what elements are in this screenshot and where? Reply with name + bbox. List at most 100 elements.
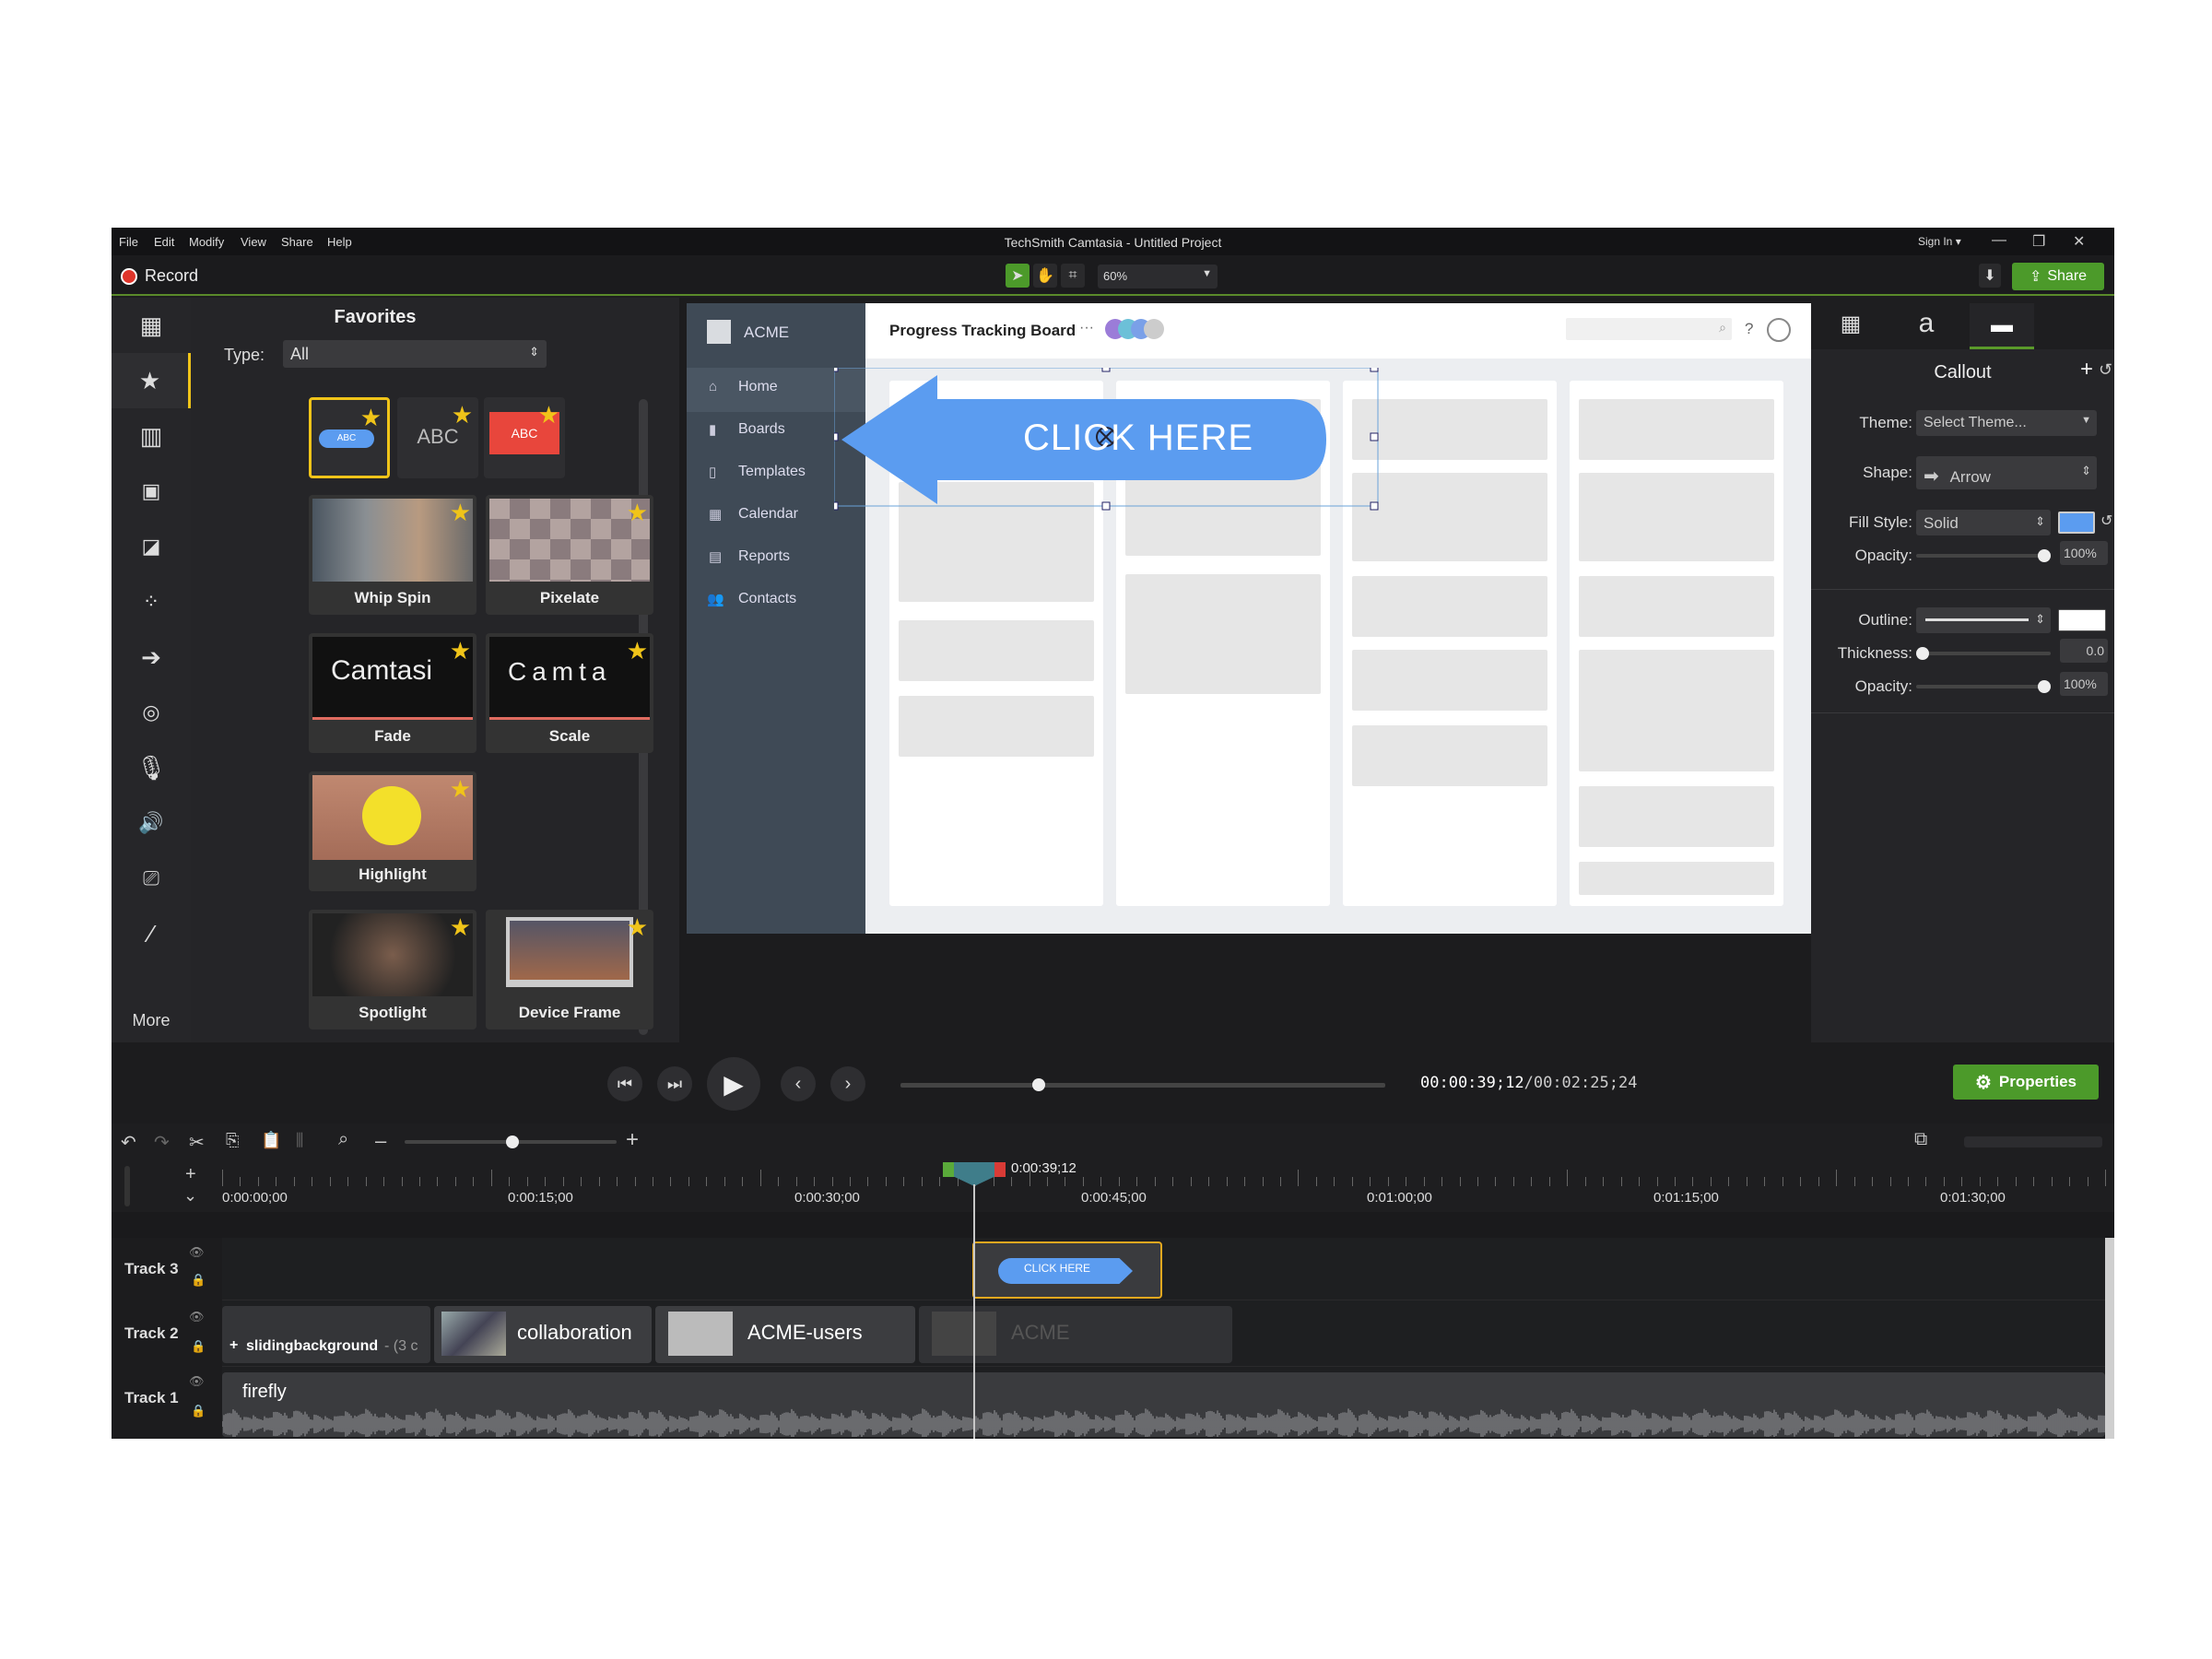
timeline-vertical-scrollbar[interactable] (2105, 1238, 2114, 1439)
outline-color-swatch[interactable] (2058, 609, 2106, 631)
split-icon[interactable]: ⫼ (296, 1131, 303, 1150)
cursor-effects-icon[interactable]: ◎ (112, 685, 191, 740)
media-bin-icon[interactable]: ▦ (112, 298, 191, 353)
zoom-icon[interactable]: ⌕ (338, 1129, 348, 1150)
eye-icon[interactable]: 👁 (189, 1245, 205, 1260)
lock-icon[interactable]: 🔒 (191, 1273, 206, 1288)
device-frame-thumb[interactable]: ★ Device Frame (486, 910, 653, 1030)
pixelate-thumb[interactable]: ★ Pixelate (486, 495, 653, 615)
select-tool-icon[interactable]: ➤ (1006, 264, 1030, 288)
canvas-preview[interactable]: ACME ⌂ Home ▮ Boards ▯ Templates ▦ Calen… (687, 303, 1811, 934)
audio-effects-icon[interactable]: 🔊 (112, 795, 191, 851)
text-properties-icon[interactable]: a (1894, 303, 1959, 344)
restore-icon[interactable]: ❐ (2032, 232, 2045, 251)
theme-select[interactable]: Select Theme... ▼ (1916, 410, 2097, 436)
undo-icon[interactable]: ↶ (121, 1131, 136, 1154)
download-icon[interactable]: ⬇ (1979, 264, 2001, 288)
step-back-icon[interactable]: ⏮ (607, 1066, 642, 1101)
crop-tool-icon[interactable]: ⌗ (1061, 264, 1085, 288)
group-clip[interactable]: + slidingbackground - (3 c (222, 1306, 430, 1363)
type-select[interactable]: All ⇕ (283, 340, 547, 368)
next-icon[interactable]: › (830, 1066, 865, 1101)
callout-arrow-thumb[interactable]: ABC ★ (309, 397, 390, 478)
zoom-in-icon[interactable]: + (626, 1127, 639, 1153)
record-button[interactable]: Record (121, 266, 198, 286)
redo-icon[interactable]: ↷ (154, 1131, 170, 1154)
zoom-slider-handle[interactable] (506, 1135, 519, 1148)
behaviors-icon[interactable]: ⁘ (112, 574, 191, 629)
audio-clip[interactable]: firefly (222, 1372, 2105, 1437)
reset-color-icon[interactable]: ↺ (2100, 512, 2112, 530)
outline-opacity-field[interactable]: 100% (2060, 672, 2108, 696)
play-icon[interactable]: ▶ (707, 1057, 760, 1111)
scale-thumb[interactable]: Camta ★ Scale (486, 633, 653, 753)
callout-speech-thumb[interactable]: ABC ★ (484, 397, 565, 478)
voice-narration-icon[interactable]: 🎙 (112, 740, 191, 795)
eye-icon[interactable]: 👁 (189, 1310, 205, 1324)
eye-icon[interactable]: 👁 (189, 1374, 205, 1389)
playhead-marker[interactable] (943, 1162, 1006, 1186)
collaboration-clip[interactable]: collaboration (434, 1306, 652, 1363)
copy-icon[interactable]: ⎘ (226, 1131, 239, 1150)
ruler-tick (1208, 1177, 1210, 1186)
step-forward-icon[interactable]: ⏭ (657, 1066, 692, 1101)
callout-clip[interactable]: CLICK HERE (972, 1241, 1162, 1299)
outline-opacity-slider-handle[interactable] (2038, 680, 2051, 693)
highlight-thumb[interactable]: ★ Highlight (309, 771, 477, 891)
sign-in-button[interactable]: Sign In ▾ (1918, 235, 1961, 248)
opacity-slider-handle[interactable] (2038, 549, 2051, 562)
fade-thumb[interactable]: Camtasi ★ Fade (309, 633, 477, 753)
thickness-field[interactable]: 0.0 (2060, 639, 2108, 663)
library-icon[interactable]: ▥ (112, 408, 191, 464)
lock-icon[interactable]: 🔒 (191, 1339, 206, 1354)
collapse-icon[interactable]: ⌄ (183, 1186, 197, 1206)
minimize-icon[interactable]: — (1992, 232, 2006, 249)
add-icon[interactable]: + (2080, 357, 2093, 382)
ruler-label: 0:00:15;00 (508, 1190, 573, 1206)
reset-icon[interactable]: ↺ (2099, 360, 2112, 380)
expand-group-icon[interactable]: + (229, 1337, 238, 1354)
spotlight-thumb[interactable]: ★ Spotlight (309, 910, 477, 1030)
more-button[interactable]: More (112, 1011, 191, 1030)
shape-select[interactable]: ➡ Arrow ⇕ (1916, 456, 2097, 489)
animations-icon[interactable]: ➔ (112, 629, 191, 685)
outline-select[interactable]: ⇕ (1916, 607, 2051, 633)
pan-tool-icon[interactable]: ✋ (1033, 264, 1057, 288)
properties-button[interactable]: ⚙ Properties (1953, 1065, 2099, 1100)
thickness-slider[interactable] (1916, 647, 2051, 660)
callout-text-thumb[interactable]: ABC ★ (397, 397, 478, 478)
zoom-out-icon[interactable]: – (375, 1129, 386, 1153)
favorites-icon[interactable]: ★ (112, 353, 191, 408)
fill-color-swatch[interactable] (2058, 512, 2095, 534)
zoom-select[interactable]: 60% ▼ (1098, 265, 1218, 288)
opacity-field[interactable]: 100% (2060, 541, 2108, 565)
ruler-tick (1620, 1177, 1622, 1186)
share-button[interactable]: ⇪ Share (2012, 263, 2104, 290)
timeline-scroll[interactable] (1964, 1136, 2102, 1147)
whip-spin-thumb[interactable]: ★ Whip Spin (309, 495, 477, 615)
add-track-icon[interactable]: + (185, 1164, 196, 1185)
scrub-handle[interactable] (1032, 1078, 1046, 1091)
close-icon[interactable]: ✕ (2073, 232, 2085, 251)
lock-icon[interactable]: 🔒 (191, 1404, 206, 1418)
cut-icon[interactable]: ✂ (189, 1131, 205, 1154)
ruler-tick (1943, 1177, 1945, 1186)
annotations-icon[interactable]: ▣ (112, 464, 191, 519)
opacity-slider[interactable] (1916, 549, 2051, 562)
zoom-slider[interactable] (405, 1135, 617, 1148)
outline-opacity-slider[interactable] (1916, 680, 2051, 693)
interactivity-icon[interactable]: ⎚ (112, 851, 191, 906)
fill-style-select[interactable]: Solid ⇕ (1916, 510, 2051, 535)
acme-clip[interactable]: ACME (919, 1306, 1232, 1363)
paste-icon[interactable]: 📋 (261, 1131, 281, 1150)
previous-icon[interactable]: ‹ (781, 1066, 816, 1101)
acme-users-clip[interactable]: ACME-users (655, 1306, 915, 1363)
detach-timeline-icon[interactable]: ⧉ (1914, 1129, 1927, 1150)
callout-properties-icon[interactable]: ▬ (1970, 303, 2034, 349)
transitions-icon[interactable]: ◪ (112, 519, 191, 574)
track-height-slider[interactable] (124, 1166, 130, 1206)
visual-properties-icon[interactable]: ▦ (1818, 303, 1883, 344)
scrub-bar[interactable] (900, 1078, 1385, 1091)
thickness-slider-handle[interactable] (1916, 647, 1929, 660)
visual-effects-icon[interactable]: ⁄ (112, 906, 191, 961)
